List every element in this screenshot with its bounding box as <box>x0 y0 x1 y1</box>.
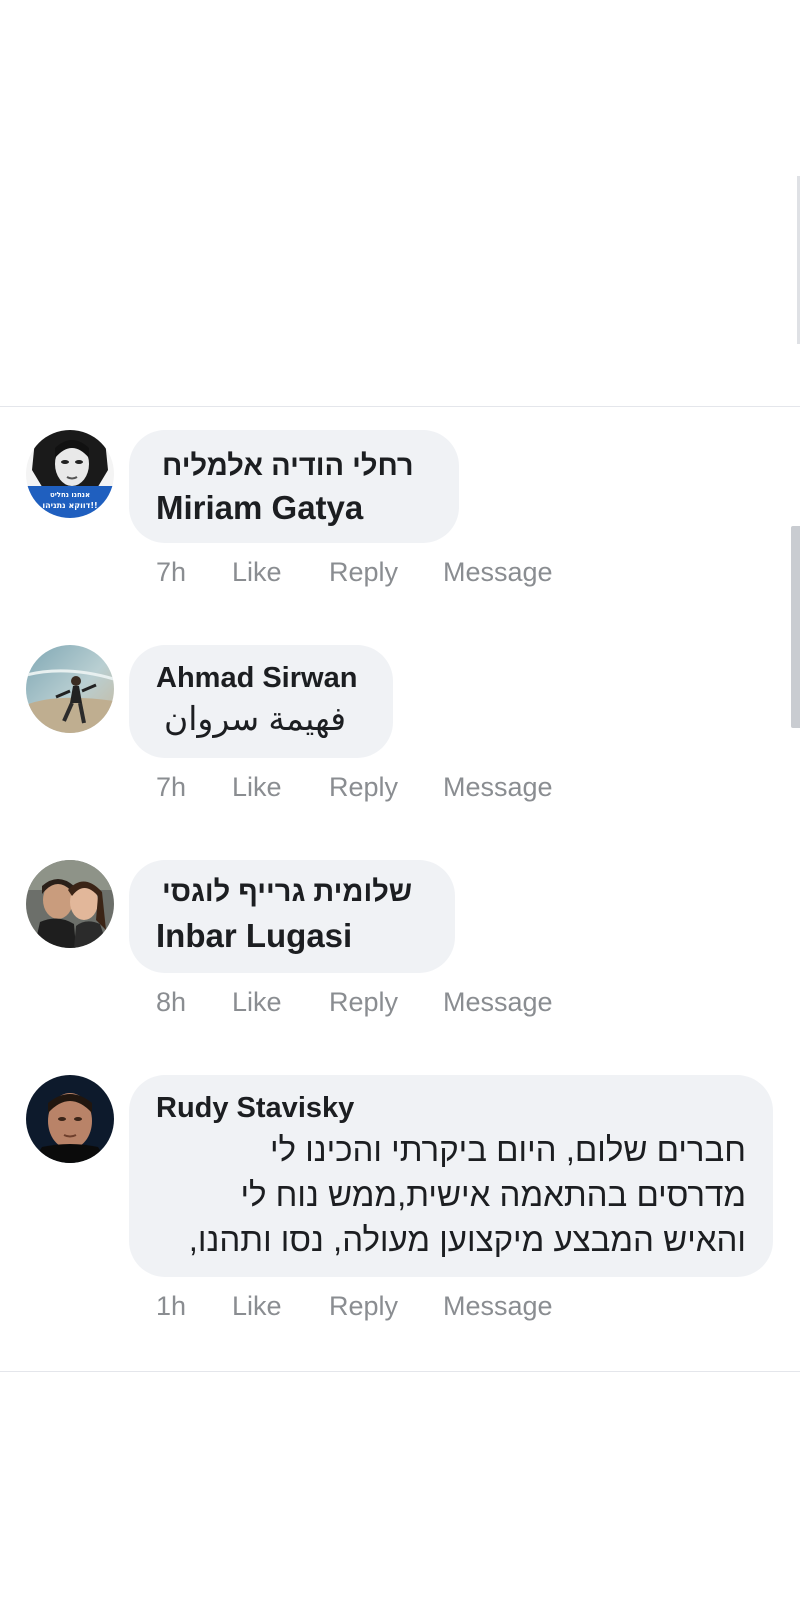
comment-bubble[interactable]: רחלי הודיה אלמליח Miriam Gatya <box>129 430 459 543</box>
message-button[interactable]: Message <box>443 772 553 803</box>
message-button[interactable]: Message <box>443 1291 553 1322</box>
like-button[interactable]: Like <box>232 1291 282 1322</box>
comment-bubble[interactable]: שלומית גרייף לוגסי Inbar Lugasi <box>129 860 455 973</box>
avatar[interactable] <box>26 1075 114 1163</box>
like-button[interactable]: Like <box>232 987 282 1018</box>
comment-text: فهيمة سروان <box>164 700 347 737</box>
comment-timestamp[interactable]: 7h <box>156 557 186 588</box>
reply-button[interactable]: Reply <box>329 772 398 803</box>
scrollbar-thumb[interactable] <box>791 526 800 728</box>
post-content-area <box>0 0 800 406</box>
reply-button[interactable]: Reply <box>329 557 398 588</box>
comment-author[interactable]: שלומית גרייף לוגסי <box>162 876 412 909</box>
comment-text-line: חברים שלום, היום ביקרתי והכינו לי <box>269 1131 746 1168</box>
comment-timestamp[interactable]: 8h <box>156 987 186 1018</box>
avatar-caption: אנחנו נחליט <box>50 491 90 499</box>
message-button[interactable]: Message <box>443 987 553 1018</box>
comment-author[interactable]: רחלי הודיה אלמליח <box>162 450 414 483</box>
reply-button[interactable]: Reply <box>329 987 398 1018</box>
like-button[interactable]: Like <box>232 772 282 803</box>
comment-bubble[interactable]: Rudy Stavisky חברים שלום, היום ביקרתי וה… <box>129 1075 773 1277</box>
comment-timestamp[interactable]: 7h <box>156 772 186 803</box>
message-button[interactable]: Message <box>443 557 553 588</box>
like-button[interactable]: Like <box>232 557 282 588</box>
comment-author[interactable]: Rudy Stavisky <box>156 1092 354 1125</box>
avatar-caption: דווקא נתניהו!! <box>42 501 97 510</box>
reply-button[interactable]: Reply <box>329 1291 398 1322</box>
comment-text-line: והאיש המבצע מיקצוען מעולה, נסו ותהנו, <box>188 1221 746 1258</box>
comment-timestamp[interactable]: 1h <box>156 1291 186 1322</box>
comment-bubble[interactable]: Ahmad Sirwan فهيمة سروان <box>129 645 393 758</box>
comment-author[interactable]: Ahmad Sirwan <box>156 662 357 695</box>
comment-text-line: מדרסים בהתאמה אישית,ממש נוח לי <box>240 1176 746 1213</box>
comments-divider-top <box>0 406 800 407</box>
avatar[interactable] <box>26 645 114 733</box>
avatar[interactable] <box>26 860 114 948</box>
avatar[interactable]: אנחנו נחליט דווקא נתניהו!! <box>26 430 114 518</box>
blank-area <box>0 1372 800 1600</box>
comment-text: Inbar Lugasi <box>156 917 353 954</box>
comment-text: Miriam Gatya <box>156 489 364 526</box>
